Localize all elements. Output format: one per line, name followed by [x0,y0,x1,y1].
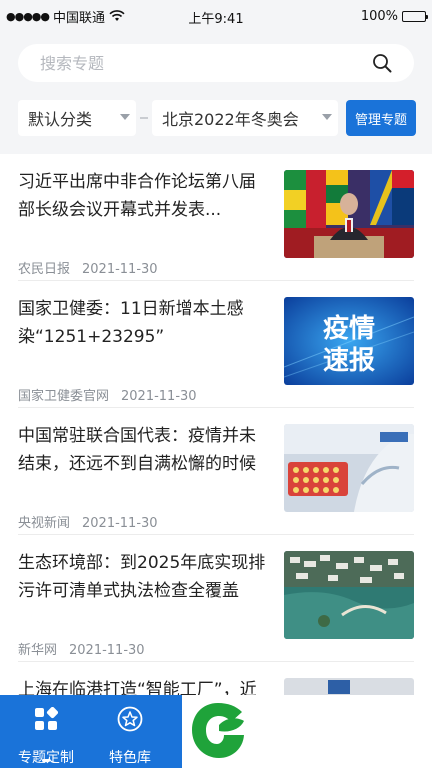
active-tab-indicator [42,759,50,762]
news-item[interactable]: 中国常驻联合国代表：疫情并未结束，还远不到自满松懈的时候 央视新闻 2021-11… [0,408,432,535]
star-icon [117,706,143,732]
news-title: 习近平出席中非合作论坛第八届部长级会议开幕式并发表... [18,172,256,220]
tab-label: 专题定制 [18,750,74,766]
news-item[interactable]: 生态环境部：到2025年底实现排污许可清单式执法检查全覆盖 新华网 2021-11… [0,535,432,662]
news-source: 新华网 [18,643,58,658]
bottom-tab-bar: 专题定制 特色库 [0,695,432,768]
bulletin-text-line2: 速报 [323,345,375,376]
news-item[interactable]: 国家卫健委：11日新增本土感染“1251+23295” 国家卫健委官网 2021-… [0,281,432,408]
news-date: 2021-11-30 [69,643,145,658]
news-source: 央视新闻 [18,516,71,531]
lab-test-tubes-photo [284,424,414,512]
news-item[interactable]: 习近平出席中非合作论坛第八届部长级会议开幕式并发表... 农民日报 2021-11… [0,154,432,281]
news-thumbnail[interactable] [284,424,414,512]
topic-select[interactable]: 北京2022年冬奥会 [152,100,338,136]
news-title: 国家卫健委：11日新增本土感染“1251+23295” [18,299,244,347]
tab-topic-custom[interactable]: 专题定制 [6,703,86,766]
news-meta: 国家卫健委官网 2021-11-30 [18,385,197,404]
news-meta: 新华网 2021-11-30 [18,639,145,658]
news-title: 中国常驻联合国代表：疫情并未结束，还远不到自满松懈的时候 [18,426,256,474]
status-bar: ●●●●● 中国联通 上午9:41 100% [0,0,432,32]
bulletin-text-line1: 疫情 [323,313,375,344]
news-meta: 央视新闻 2021-11-30 [18,512,158,531]
water-town-aerial-photo [284,551,414,639]
news-item[interactable]: 上海在临港打造“智能工厂”，近 [0,662,432,695]
category-select[interactable]: 默认分类 [18,100,136,136]
battery-icon [402,10,428,22]
divider [140,117,148,119]
caret-down-icon [120,114,130,120]
news-thumbnail[interactable] [284,170,414,258]
grid-icon [35,707,58,730]
green-leaf-logo [192,703,244,758]
tab-label: 特色库 [109,750,151,766]
news-title: 生态环境部：到2025年底实现排污许可清单式执法检查全覆盖 [18,553,266,601]
search-bar[interactable] [18,44,414,82]
top-panel: 默认分类 北京2022年冬奥会 管理专题 [0,32,432,154]
caret-down-icon [322,114,332,120]
flags-meeting-photo [284,170,414,258]
news-source: 国家卫健委官网 [18,389,110,404]
topic-select-value: 北京2022年冬奥会 [162,110,299,129]
search-icon[interactable] [372,53,392,73]
tab-featured-library[interactable]: 特色库 [90,703,170,766]
news-thumbnail[interactable] [284,678,414,695]
search-input[interactable] [40,44,360,82]
news-thumbnail[interactable]: 疫情 速报 [284,297,414,385]
category-select-value: 默认分类 [28,110,93,129]
news-title: 上海在临港打造“智能工厂”，近 [18,680,257,695]
news-date: 2021-11-30 [121,389,197,404]
news-list: 习近平出席中非合作论坛第八届部长级会议开幕式并发表... 农民日报 2021-11… [0,154,432,695]
manage-topics-button[interactable]: 管理专题 [346,100,416,136]
news-meta: 农民日报 2021-11-30 [18,258,158,277]
news-source: 农民日报 [18,262,71,277]
epidemic-bulletin-graphic: 疫情 速报 [284,297,414,385]
filter-row: 默认分类 北京2022年冬奥会 管理专题 [0,100,432,138]
news-date: 2021-11-30 [82,262,158,277]
partial-photo [284,678,414,695]
news-thumbnail[interactable] [284,551,414,639]
news-date: 2021-11-30 [82,516,158,531]
battery-percent: 100% [360,8,398,24]
